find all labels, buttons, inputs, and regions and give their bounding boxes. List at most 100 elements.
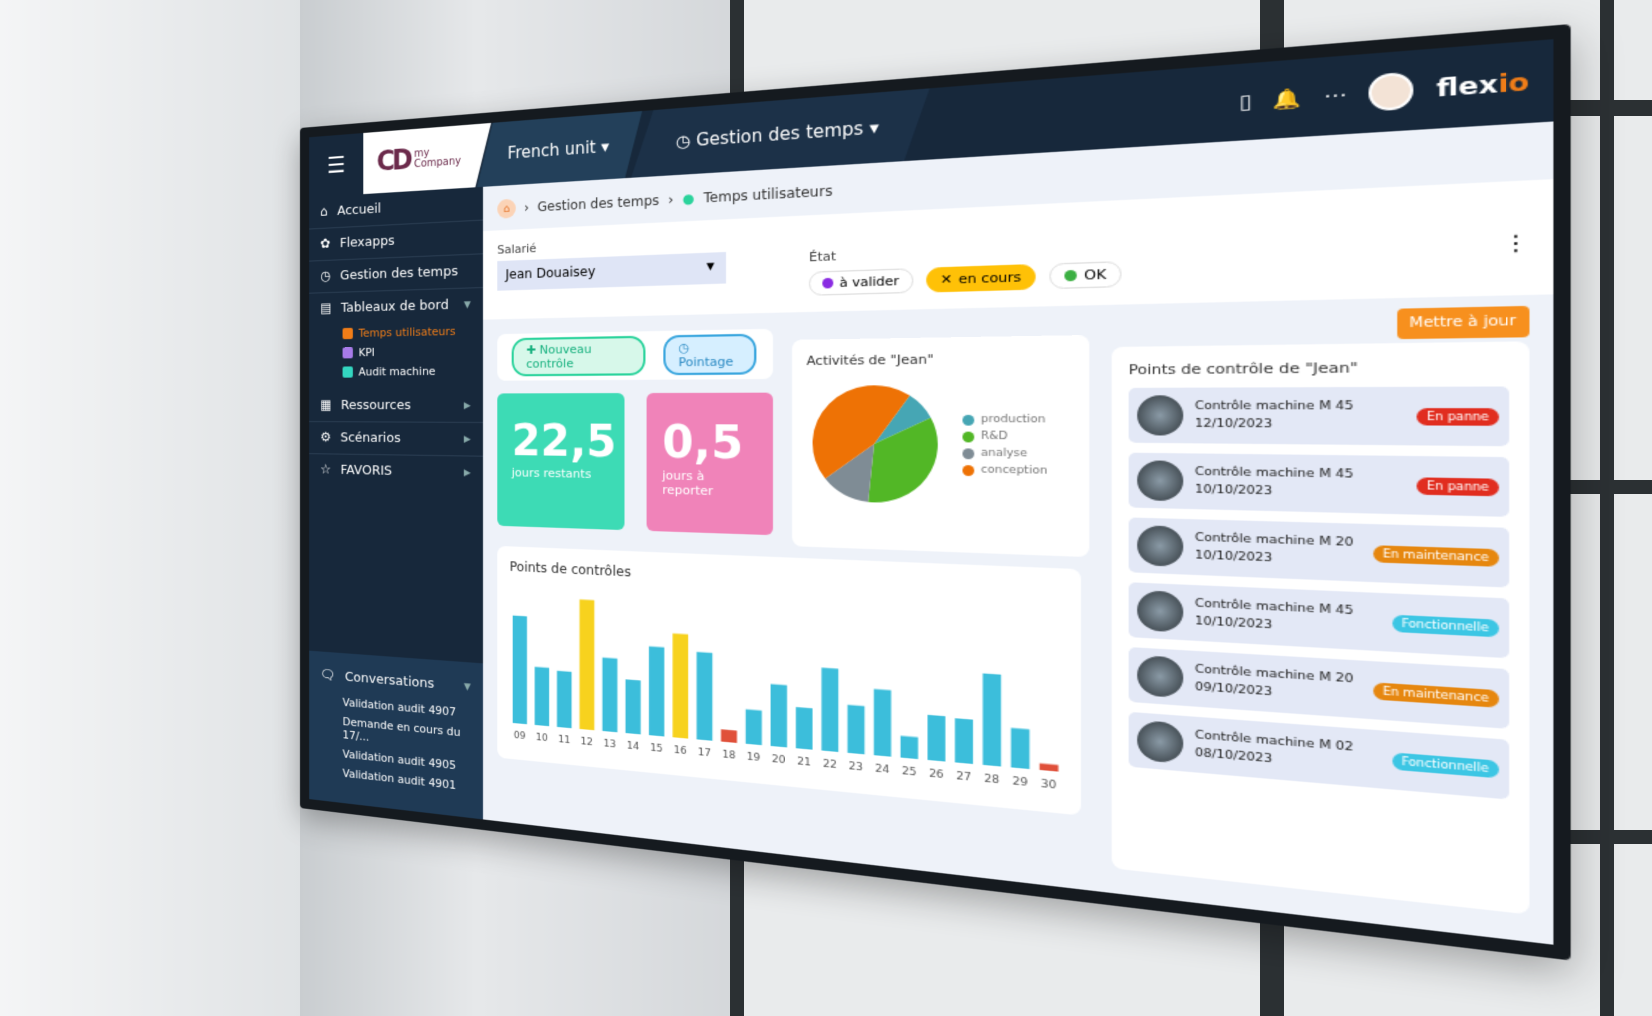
module-label: Gestion des temps <box>695 118 864 151</box>
button-label: Nouveau contrôle <box>526 342 592 371</box>
x-tick-label: 10 <box>536 732 548 744</box>
status-badge: En panne <box>1417 476 1500 496</box>
employee-select[interactable]: Jean Douaisey <box>497 251 727 291</box>
control-point-item[interactable]: Contrôle machine M 45 12/10/2023 En panne <box>1128 386 1510 447</box>
control-point-item[interactable]: Contrôle machine M 45 10/10/2023 En panne <box>1128 452 1510 517</box>
sidebar-item-label: Gestion des temps <box>340 263 458 284</box>
sidebar-item-label: Accueil <box>337 201 382 219</box>
chevron-down-icon: ▼ <box>463 299 471 311</box>
status-badge: En maintenance <box>1373 681 1500 708</box>
clock-icon: ◷ <box>675 130 696 152</box>
main-content: ⌂ › Gestion des temps › ● Temps utilisateur… <box>483 121 1554 944</box>
apps-grid-icon[interactable]: ⋯ <box>1323 83 1346 108</box>
machine-thumbnail <box>1137 719 1184 764</box>
bar-28 <box>982 673 1002 767</box>
state-chip-a-valider[interactable]: à valider <box>808 268 914 296</box>
legend-item: R&D <box>962 430 1047 443</box>
chevron-right-icon: ▶ <box>463 467 471 479</box>
sidebar-item-tableaux-de-bord[interactable]: ▤ Tableaux de bord ▼ <box>309 288 483 325</box>
bar-24 <box>873 689 892 757</box>
chip-label: en cours <box>958 269 1022 287</box>
bar-19 <box>745 709 762 746</box>
card-title: Points de contrôle de "Jean" <box>1128 359 1358 378</box>
control-point-date: 12/10/2023 <box>1194 418 1273 432</box>
x-tick-label: 24 <box>875 763 889 777</box>
sidebar-subitem-audit-machine[interactable]: Audit machine <box>309 361 483 382</box>
more-options-icon[interactable]: ⋮ <box>1502 229 1529 256</box>
state-chip-en-cours[interactable]: ✕ en cours <box>926 263 1037 293</box>
bar-09 <box>512 615 527 725</box>
bar-26 <box>927 714 946 762</box>
kpi-label: jours restants <box>511 465 592 482</box>
state-chip-ok[interactable]: OK <box>1049 261 1122 290</box>
close-icon: ✕ <box>940 271 953 288</box>
sidebar: ⌂ Accueil ✿ Flexapps ◷ Gestion des temps ▤ T… <box>309 186 484 820</box>
bar-22 <box>821 667 839 753</box>
home-icon[interactable]: ⌂ <box>497 198 516 219</box>
sidebar-item-scenarios[interactable]: ⚙ Scénarios ▶ <box>309 422 484 457</box>
status-dot <box>1064 269 1078 282</box>
sidebar-item-label: Ressources <box>340 397 411 414</box>
x-tick-label: 23 <box>849 761 863 774</box>
unit-dropdown[interactable]: French unit ▾ <box>477 111 642 187</box>
flexio-logo: flexio <box>1436 67 1530 103</box>
clock-icon: ◷ <box>320 268 331 285</box>
bar-10 <box>534 666 550 727</box>
flexapps-icon: ✿ <box>320 236 331 253</box>
machine-thumbnail <box>1137 525 1184 567</box>
sidebar-item-label: Flexapps <box>339 233 395 252</box>
kpi-jours-a-reporter: 0,5 jours à reporter <box>646 392 773 536</box>
tv-screen: ☰ CD my Company French unit ▾ ◷ Gestion de… <box>300 24 1571 961</box>
machine-thumbnail <box>1137 460 1184 502</box>
status-badge: Fonctionnelle <box>1391 613 1500 637</box>
status-dot <box>822 277 834 289</box>
chip-label: OK <box>1084 266 1107 284</box>
sidebar-subitem-label: Temps utilisateurs <box>358 324 456 340</box>
legend-label: conception <box>980 464 1048 478</box>
card-title: Activités de "Jean" <box>806 351 934 369</box>
bar-11 <box>556 670 572 729</box>
update-button[interactable]: Mettre à jour <box>1396 305 1530 340</box>
bar-13 <box>602 657 618 733</box>
new-control-button[interactable]: ✚ Nouveau contrôle <box>511 335 645 377</box>
x-tick-label: 18 <box>722 749 735 762</box>
sidebar-item-favoris[interactable]: ☆ FAVORIS ▶ <box>309 454 483 489</box>
control-point-item[interactable]: Contrôle machine M 20 10/10/2023 En mainte… <box>1128 517 1510 588</box>
pointage-button[interactable]: ◷ Pointage <box>662 333 757 376</box>
sidebar-subitem-kpi[interactable]: KPI <box>309 341 483 363</box>
kpi-label: jours à reporter <box>662 468 714 499</box>
kpi-value: 0,5 <box>662 417 744 470</box>
table-icon: ▦ <box>320 397 332 414</box>
company-logo[interactable]: CD my Company <box>363 123 491 194</box>
control-point-item[interactable]: Contrôle machine M 02 08/10/2023 Fonctionn… <box>1128 711 1510 800</box>
avatar[interactable] <box>1368 71 1414 112</box>
sidebar-item-gestion-des-temps[interactable]: ◷ Gestion des temps <box>309 254 484 294</box>
kpi-icon <box>342 347 353 359</box>
control-point-item[interactable]: Contrôle machine M 45 10/10/2023 Fonctionn… <box>1128 582 1510 659</box>
chevron-right-icon: ▶ <box>463 400 471 411</box>
activities-card: Activités de "Jean" production R&D analyse… <box>792 334 1090 558</box>
kpi-value: 22,5 <box>511 416 617 468</box>
sidebar-item-ressources[interactable]: ▦ Ressources ▶ <box>309 389 484 423</box>
legend-swatch <box>962 447 975 459</box>
menu-icon[interactable]: ☰ <box>309 151 363 180</box>
legend-item: production <box>962 414 1047 426</box>
sidebar-item-label: Scénarios <box>340 430 401 447</box>
users-icon: ● <box>682 190 695 207</box>
window-frame <box>1600 0 1614 1016</box>
legend-swatch <box>962 430 975 442</box>
bell-icon[interactable]: 🔔 <box>1273 86 1302 111</box>
bar-12 <box>579 599 595 731</box>
chevron-down-icon: ▼ <box>463 681 471 693</box>
machine-thumbnail <box>1137 655 1184 699</box>
sidebar-subitem-label: KPI <box>358 345 375 360</box>
conversations-panel: 🗨 Conversations ▼ Validation audit 4907 De… <box>309 650 484 820</box>
x-tick-label: 14 <box>627 740 640 753</box>
legend-label: analyse <box>980 447 1028 461</box>
breadcrumb-item: Temps utilisateurs <box>703 182 833 206</box>
x-tick-label: 16 <box>674 745 687 758</box>
tablet-icon[interactable]: ▯ <box>1240 90 1252 114</box>
status-badge: En maintenance <box>1373 544 1500 567</box>
breadcrumb-item[interactable]: Gestion des temps <box>537 193 659 215</box>
status-badge: En panne <box>1417 407 1500 426</box>
